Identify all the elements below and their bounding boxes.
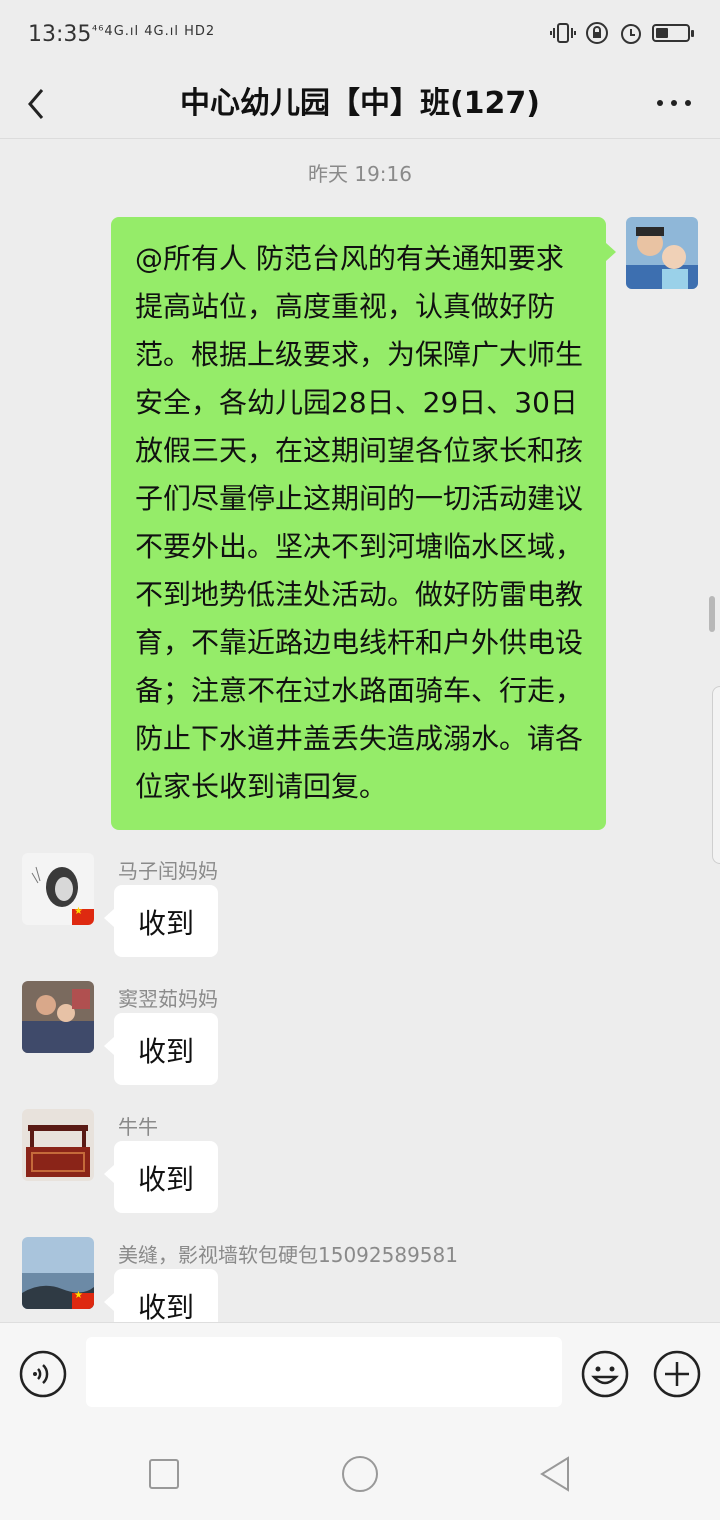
back-triangle-icon[interactable] <box>536 1454 576 1494</box>
avatar-photo <box>626 217 698 289</box>
sender-name: 美缝，影视墙软包硬包15092589581 <box>118 1243 458 1267</box>
received-message-bubble[interactable]: 收到 <box>104 885 218 957</box>
message-text: 收到 <box>137 1035 194 1068</box>
status-bar: 13:35 ⁴⁶4G.ıl 4G.ıl HD2 <box>0 0 720 72</box>
scrollbar-thumb[interactable] <box>709 596 715 632</box>
reply-message: 马子闰妈妈 收到 <box>0 853 720 973</box>
alarm-icon <box>621 24 641 44</box>
status-icons <box>550 20 694 46</box>
message-input[interactable] <box>86 1337 562 1407</box>
network-indicator: ⁴⁶4G.ıl 4G.ıl HD2 <box>92 24 216 39</box>
reply-message: 美缝，影视墙软包硬包15092589581 收到 <box>0 1237 720 1322</box>
message-text: 收到 <box>137 1291 194 1322</box>
sender-name: 牛牛 <box>118 1115 158 1139</box>
vibrate-icon <box>550 23 576 43</box>
home-icon[interactable] <box>340 1454 380 1494</box>
battery-icon <box>652 24 694 42</box>
more-options-icon[interactable] <box>650 88 698 118</box>
my-avatar[interactable] <box>626 217 698 289</box>
chat-title: 中心幼儿园【中】班(127) <box>179 86 541 121</box>
emoji-icon[interactable] <box>580 1349 630 1399</box>
sender-name: 窦翌茹妈妈 <box>118 987 218 1011</box>
avatar[interactable] <box>22 1237 94 1309</box>
china-flag-icon <box>72 1290 94 1309</box>
message-input-bar <box>0 1322 720 1425</box>
received-message-bubble[interactable]: 收到 <box>104 1269 218 1322</box>
plus-icon[interactable] <box>652 1349 702 1399</box>
avatar-photo <box>22 1109 94 1181</box>
avatar[interactable] <box>22 981 94 1053</box>
received-message-bubble[interactable]: 收到 <box>104 1141 218 1213</box>
sender-name: 马子闰妈妈 <box>118 859 218 883</box>
sent-message-text: @所有人 防范台风的有关通知要求提高站位，高度重视，认真做好防范。根据上级要求，… <box>135 242 584 803</box>
message-text: 收到 <box>137 907 194 940</box>
voice-input-icon[interactable] <box>18 1349 68 1399</box>
recent-apps-icon[interactable] <box>144 1454 184 1494</box>
lock-rotation-icon <box>586 22 608 44</box>
system-nav-bar <box>0 1424 720 1520</box>
reply-message: 窦翌茹妈妈 收到 <box>0 981 720 1101</box>
reply-message: 牛牛 收到 <box>0 1109 720 1229</box>
status-time: 13:35 <box>28 22 92 47</box>
message-text: 收到 <box>137 1163 194 1196</box>
received-message-bubble[interactable]: 收到 <box>104 1013 218 1085</box>
sent-message-bubble[interactable]: @所有人 防范台风的有关通知要求提高站位，高度重视，认真做好防范。根据上级要求，… <box>111 217 616 830</box>
avatar-photo <box>22 981 94 1053</box>
side-handle[interactable] <box>712 686 720 864</box>
avatar[interactable] <box>22 853 94 925</box>
avatar[interactable] <box>22 1109 94 1181</box>
message-timestamp: 昨天 19:16 <box>308 162 412 186</box>
china-flag-icon <box>72 906 94 925</box>
chat-header: 中心幼儿园【中】班(127) <box>0 72 720 139</box>
